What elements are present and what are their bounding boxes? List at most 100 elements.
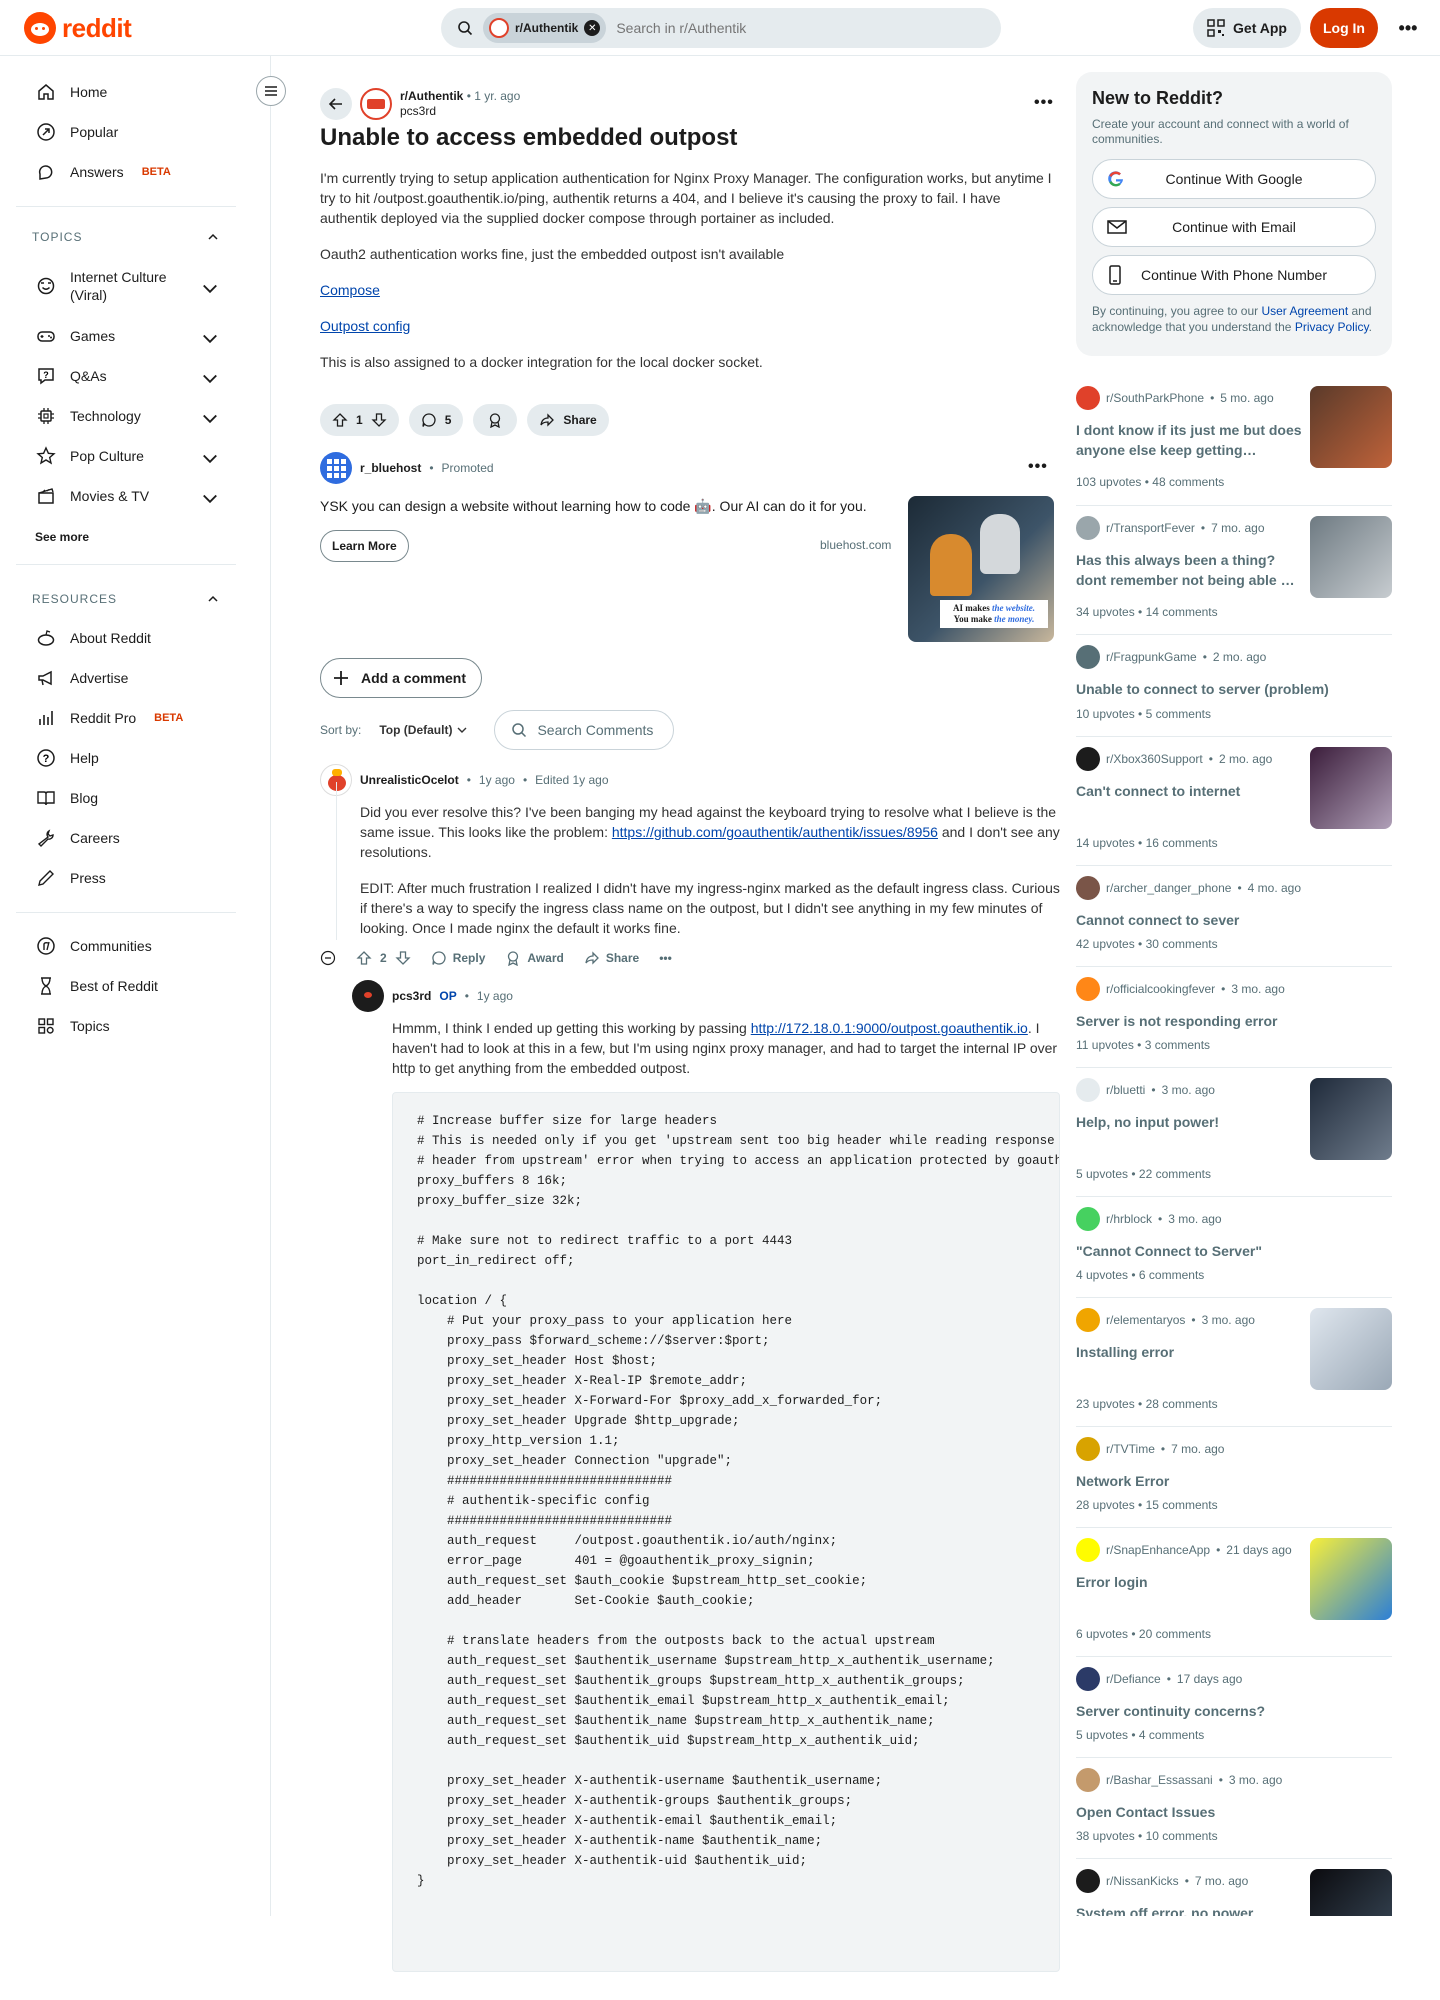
- related-post-title[interactable]: Has this always been a thing? dont remem…: [1076, 550, 1302, 590]
- subreddit-avatar[interactable]: [1076, 1538, 1100, 1562]
- related-post-thumbnail[interactable]: [1310, 1078, 1392, 1160]
- thread-line[interactable]: [336, 782, 337, 940]
- related-subreddit[interactable]: r/SouthParkPhone: [1106, 391, 1204, 405]
- subreddit-name[interactable]: r/Authentik: [400, 89, 463, 103]
- related-post[interactable]: r/archer_danger_phone • 4 mo. ago Cannot co…: [1076, 865, 1392, 966]
- more-options-icon[interactable]: •••: [1388, 8, 1428, 48]
- subreddit-avatar[interactable]: [1076, 1437, 1100, 1461]
- nav-topic-games[interactable]: Games: [16, 316, 236, 356]
- subreddit-avatar[interactable]: [1076, 645, 1100, 669]
- related-post[interactable]: r/SnapEnhanceApp • 21 days ago Error login 6…: [1076, 1527, 1392, 1656]
- nav-help[interactable]: ? Help: [16, 738, 236, 778]
- privacy-policy-link[interactable]: Privacy Policy: [1295, 320, 1369, 334]
- related-subreddit[interactable]: r/bluetti: [1106, 1083, 1145, 1097]
- add-comment-button[interactable]: Add a comment: [320, 658, 483, 698]
- collapse-thread-icon[interactable]: [320, 950, 336, 966]
- related-post-title[interactable]: Cannot connect to sever: [1076, 910, 1376, 930]
- login-button[interactable]: Log In: [1310, 8, 1378, 48]
- see-more-link[interactable]: See more: [35, 530, 89, 544]
- subreddit-avatar[interactable]: [1076, 747, 1100, 771]
- subreddit-avatar[interactable]: [1076, 1667, 1100, 1691]
- nav-about-reddit[interactable]: About Reddit: [16, 618, 236, 658]
- nav-answers[interactable]: Answers BETA: [16, 152, 236, 192]
- related-post-title[interactable]: Server continuity concerns?: [1076, 1701, 1376, 1721]
- post-author[interactable]: pcs3rd: [400, 104, 520, 119]
- related-subreddit[interactable]: r/hrblock: [1106, 1212, 1152, 1226]
- related-post[interactable]: r/Bashar_Essassani • 3 mo. ago Open Contact…: [1076, 1757, 1392, 1858]
- promo-author[interactable]: r_bluehost: [360, 461, 421, 475]
- related-post[interactable]: r/FragpunkGame • 2 mo. ago Unable to connec…: [1076, 634, 1392, 736]
- related-post-thumbnail[interactable]: [1310, 516, 1392, 598]
- related-post-title[interactable]: Installing error: [1076, 1342, 1302, 1362]
- user-agreement-link[interactable]: User Agreement: [1261, 304, 1348, 318]
- award-button[interactable]: Award: [505, 950, 564, 966]
- related-post-title[interactable]: Server is not responding error: [1076, 1011, 1376, 1031]
- related-subreddit[interactable]: r/TVTime: [1106, 1442, 1155, 1456]
- comment-author[interactable]: UnrealisticOcelot: [360, 773, 459, 787]
- related-subreddit[interactable]: r/elementaryos: [1106, 1313, 1185, 1327]
- nav-communities[interactable]: Communities: [16, 926, 236, 966]
- subreddit-avatar[interactable]: [1076, 876, 1100, 900]
- related-post[interactable]: r/SouthParkPhone • 5 mo. ago I dont know if…: [1076, 376, 1392, 505]
- award-button[interactable]: [473, 404, 518, 436]
- upvote-icon[interactable]: [332, 412, 348, 428]
- nav-blog[interactable]: Blog: [16, 778, 236, 818]
- github-issue-link[interactable]: https://github.com/goauthentik/authentik…: [612, 824, 938, 840]
- related-post[interactable]: r/bluetti • 3 mo. ago Help, no input power!…: [1076, 1067, 1392, 1196]
- related-subreddit[interactable]: r/officialcookingfever: [1106, 982, 1215, 996]
- clear-chip-icon[interactable]: ✕: [584, 20, 601, 36]
- compose-link[interactable]: Compose: [320, 282, 380, 298]
- promo-domain[interactable]: bluehost.com: [820, 538, 891, 552]
- related-post-thumbnail[interactable]: [1310, 1538, 1392, 1620]
- related-post[interactable]: r/officialcookingfever • 3 mo. ago Server i…: [1076, 966, 1392, 1067]
- subreddit-avatar[interactable]: [1076, 1869, 1100, 1893]
- avatar[interactable]: [352, 980, 384, 1012]
- promo-overflow-icon[interactable]: •••: [1028, 458, 1048, 476]
- subreddit-avatar[interactable]: [1076, 516, 1100, 540]
- share-button[interactable]: Share: [584, 950, 639, 966]
- related-post[interactable]: r/Xbox360Support • 2 mo. ago Can't connect …: [1076, 736, 1392, 865]
- subreddit-avatar[interactable]: [1076, 1308, 1100, 1332]
- related-post-title[interactable]: Open Contact Issues: [1076, 1802, 1376, 1822]
- reply-button[interactable]: Reply: [431, 950, 485, 966]
- learn-more-button[interactable]: Learn More: [320, 530, 409, 562]
- nav-topic-movies-tv[interactable]: Movies & TV: [16, 476, 236, 516]
- reddit-logo[interactable]: reddit: [24, 12, 132, 44]
- outpost-url-link[interactable]: http://172.18.0.1:9000/outpost.goauthent…: [751, 1020, 1028, 1036]
- subreddit-chip[interactable]: r/Authentik ✕: [483, 13, 607, 43]
- downvote-icon[interactable]: [371, 412, 387, 428]
- nav-topics[interactable]: Topics: [16, 1006, 236, 1046]
- back-button[interactable]: [320, 88, 352, 120]
- related-post[interactable]: r/TVTime • 7 mo. ago Network Error 28 upvote…: [1076, 1426, 1392, 1527]
- continue-phone-button[interactable]: Continue With Phone Number: [1092, 255, 1376, 295]
- related-post-title[interactable]: Help, no input power!: [1076, 1112, 1302, 1132]
- related-subreddit[interactable]: r/FragpunkGame: [1106, 650, 1197, 664]
- post-overflow-icon[interactable]: •••: [1034, 94, 1054, 112]
- continue-google-button[interactable]: Continue With Google: [1092, 159, 1376, 199]
- sidebar-toggle-button[interactable]: [256, 76, 286, 106]
- subreddit-avatar[interactable]: [360, 88, 392, 120]
- related-post-thumbnail[interactable]: [1310, 747, 1392, 829]
- related-subreddit[interactable]: r/Xbox360Support: [1106, 752, 1203, 766]
- search-input[interactable]: [616, 20, 1001, 36]
- nav-press[interactable]: Press: [16, 858, 236, 898]
- topics-section-header[interactable]: TOPICS: [32, 230, 220, 244]
- related-post-title[interactable]: System off error, no power: [1076, 1903, 1302, 1916]
- nav-popular[interactable]: Popular: [16, 112, 236, 152]
- related-post[interactable]: r/TransportFever • 7 mo. ago Has this alway…: [1076, 505, 1392, 634]
- related-post-title[interactable]: Unable to connect to server (problem): [1076, 679, 1376, 699]
- related-subreddit[interactable]: r/NissanKicks: [1106, 1874, 1179, 1888]
- promo-text[interactable]: YSK you can design a website without lea…: [320, 498, 867, 515]
- related-post-title[interactable]: Error login: [1076, 1572, 1302, 1592]
- upvote-icon[interactable]: [356, 950, 372, 966]
- comment-more-icon[interactable]: •••: [659, 951, 672, 965]
- nav-reddit-pro[interactable]: Reddit Pro BETA: [16, 698, 236, 738]
- subreddit-avatar[interactable]: [1076, 977, 1100, 1001]
- resources-section-header[interactable]: RESOURCES: [32, 592, 220, 606]
- related-subreddit[interactable]: r/Defiance: [1106, 1672, 1161, 1686]
- nav-advertise[interactable]: Advertise: [16, 658, 236, 698]
- related-post-title[interactable]: I dont know if its just me but does anyo…: [1076, 420, 1302, 460]
- related-post-title[interactable]: Can't connect to internet: [1076, 781, 1302, 801]
- nav-topic-qas[interactable]: ? Q&As: [16, 356, 236, 396]
- subreddit-avatar[interactable]: [1076, 1768, 1100, 1792]
